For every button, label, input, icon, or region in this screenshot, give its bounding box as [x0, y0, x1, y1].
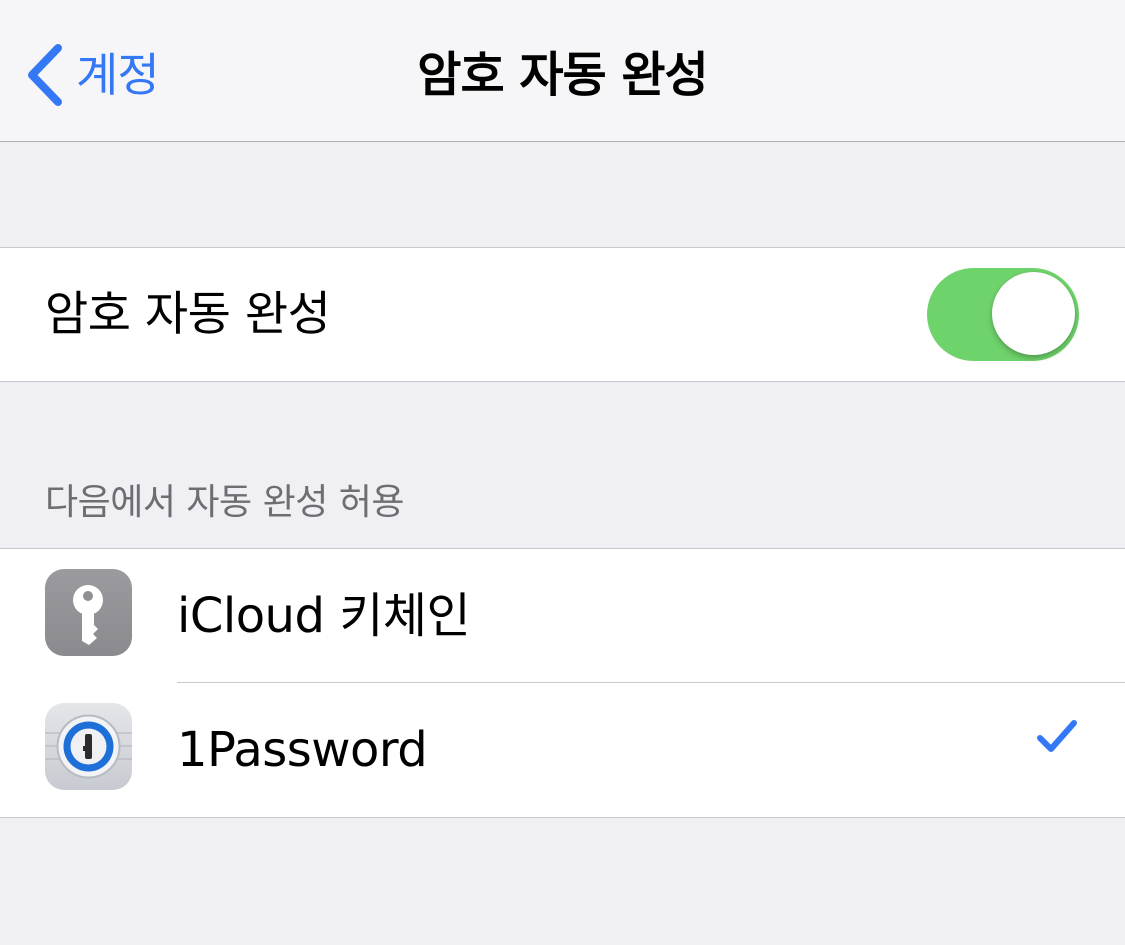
1password-icon [45, 703, 132, 790]
autofill-provider-list: iCloud 키체인 1Password [0, 548, 1125, 818]
autofill-toggle-row: 암호 자동 완성 [0, 247, 1125, 382]
section-header: 다음에서 자동 완성 허용 [45, 482, 405, 523]
list-item-icloud-keychain[interactable]: iCloud 키체인 [0, 549, 1125, 683]
page-title: 암호 자동 완성 [417, 47, 708, 103]
checkmark-icon [1037, 720, 1077, 752]
key-icon [45, 569, 132, 656]
switch-knob [992, 272, 1075, 355]
autofill-switch[interactable] [927, 268, 1079, 361]
list-item-label: iCloud 키체인 [177, 588, 471, 644]
autofill-toggle-label: 암호 자동 완성 [45, 287, 331, 342]
list-item-1password[interactable]: 1Password [0, 683, 1125, 817]
navigation-bar: 계정 암호 자동 완성 [0, 0, 1125, 142]
list-item-label: 1Password [177, 722, 428, 778]
